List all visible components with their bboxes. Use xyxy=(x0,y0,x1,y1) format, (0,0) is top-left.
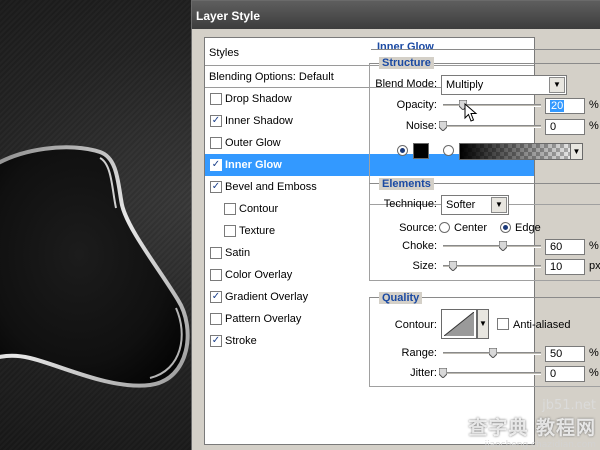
site-watermark: jb51.net 查字典 教程网 jiaocheng.chazidian.com xyxy=(468,398,596,450)
technique-label: Technique: xyxy=(383,198,437,210)
style-item-label: Drop Shadow xyxy=(225,93,292,105)
dropdown-arrow-icon: ▼ xyxy=(570,144,582,159)
solid-color-radio[interactable] xyxy=(397,145,408,156)
style-item-label: Satin xyxy=(225,247,251,259)
size-unit: px xyxy=(589,260,600,272)
dialog-title: Layer Style xyxy=(192,1,600,29)
contour-picker[interactable] xyxy=(441,309,477,339)
style-item-label: Inner Shadow xyxy=(225,115,293,127)
noise-slider[interactable] xyxy=(443,125,541,128)
style-item-label: Texture xyxy=(239,225,276,237)
style-item-label: Inner Glow xyxy=(225,159,282,171)
checkmark-icon[interactable]: ✓ xyxy=(210,335,222,347)
noise-input[interactable]: 0 xyxy=(545,119,585,135)
mouse-cursor-icon xyxy=(464,103,478,122)
range-unit: % xyxy=(589,347,599,359)
watermark-line-1: jb51.net xyxy=(542,398,596,413)
style-item-label: Color Overlay xyxy=(225,269,293,281)
dropdown-arrow-icon: ▼ xyxy=(549,77,565,93)
glow-color-swatch[interactable] xyxy=(413,143,429,159)
structure-title: Structure xyxy=(379,57,434,69)
contour-label: Contour: xyxy=(394,319,437,331)
quality-title: Quality xyxy=(379,292,423,304)
contour-dropdown[interactable]: ▼ xyxy=(477,309,489,339)
opacity-label: Opacity: xyxy=(396,99,437,111)
jitter-label: Jitter: xyxy=(410,367,437,379)
style-item-label: Pattern Overlay xyxy=(225,313,302,325)
source-label: Source: xyxy=(399,222,437,234)
empty-checkbox[interactable] xyxy=(210,313,222,325)
jitter-slider[interactable] xyxy=(443,372,541,375)
style-item-label: Blending Options: Default xyxy=(209,71,334,83)
glow-gradient-picker[interactable]: ▼ xyxy=(459,143,583,160)
linear-contour-icon xyxy=(444,312,474,336)
dropdown-arrow-icon: ▼ xyxy=(491,197,507,213)
panel-title: Inner Glow xyxy=(377,41,434,53)
size-slider[interactable] xyxy=(443,265,541,268)
watermark-line-3: jiaocheng.chazidian.com xyxy=(484,440,596,450)
size-input[interactable]: 10 xyxy=(545,259,585,275)
panel-title-rule xyxy=(371,49,600,50)
source-edge-label: Edge xyxy=(515,222,541,234)
jitter-unit: % xyxy=(589,367,599,379)
checkmark-icon[interactable]: ✓ xyxy=(210,291,222,303)
size-label: Size: xyxy=(412,260,437,272)
opacity-input[interactable]: 20 xyxy=(545,98,585,114)
empty-checkbox[interactable] xyxy=(210,269,222,281)
slider-thumb-icon[interactable] xyxy=(439,368,447,378)
style-item-label: Stroke xyxy=(225,335,257,347)
slider-thumb-icon[interactable] xyxy=(489,348,497,358)
noise-label: Noise: xyxy=(405,120,437,132)
watermark-line-2: 查字典 教程网 xyxy=(468,417,596,439)
source-edge-radio[interactable] xyxy=(500,222,511,233)
style-item-label: Gradient Overlay xyxy=(225,291,309,303)
range-input[interactable]: 50 xyxy=(545,346,585,362)
source-center-label: Center xyxy=(454,222,488,234)
dropdown-arrow-icon: ▼ xyxy=(479,319,487,328)
style-item-label: Contour xyxy=(239,203,279,215)
slider-thumb-icon[interactable] xyxy=(449,261,457,271)
choke-label: Choke: xyxy=(402,240,437,252)
choke-slider[interactable] xyxy=(443,245,541,248)
style-item-label: Bevel and Emboss xyxy=(225,181,317,193)
checkmark-icon[interactable]: ✓ xyxy=(210,159,222,171)
empty-checkbox[interactable] xyxy=(224,225,236,237)
technique-select[interactable]: Softer ▼ xyxy=(441,195,509,215)
noise-unit: % xyxy=(589,120,599,132)
empty-checkbox[interactable] xyxy=(210,93,222,105)
opacity-unit: % xyxy=(589,99,599,111)
style-item-label: Outer Glow xyxy=(225,137,281,149)
choke-unit: % xyxy=(589,240,599,252)
blend-mode-label: Blend Mode: xyxy=(375,78,437,90)
anti-aliased-checkbox[interactable] xyxy=(497,318,509,330)
jitter-input[interactable]: 0 xyxy=(545,366,585,382)
checkmark-icon[interactable]: ✓ xyxy=(210,115,222,127)
checkmark-icon[interactable]: ✓ xyxy=(210,181,222,193)
layer-shape-preview xyxy=(0,145,190,388)
gradient-radio[interactable] xyxy=(443,145,454,156)
technique-value: Softer xyxy=(446,199,476,211)
slider-thumb-icon[interactable] xyxy=(439,121,447,131)
empty-checkbox[interactable] xyxy=(210,137,222,149)
slider-thumb-icon[interactable] xyxy=(499,241,507,251)
choke-input[interactable]: 60 xyxy=(545,239,585,255)
empty-checkbox[interactable] xyxy=(224,203,236,215)
opacity-slider[interactable] xyxy=(443,104,541,107)
empty-checkbox[interactable] xyxy=(210,247,222,259)
layer-style-dialog: Layer Style Styles Blending Options: Def… xyxy=(191,0,600,450)
inner-glow-panel: Inner Glow Structure Blend Mode: Multipl… xyxy=(357,37,600,450)
blend-mode-select[interactable]: Multiply ▼ xyxy=(441,75,567,95)
anti-aliased-label: Anti-aliased xyxy=(513,319,571,331)
source-center-radio[interactable] xyxy=(439,222,450,233)
range-label: Range: xyxy=(401,347,437,359)
blend-mode-value: Multiply xyxy=(446,79,484,91)
elements-title: Elements xyxy=(379,178,434,190)
